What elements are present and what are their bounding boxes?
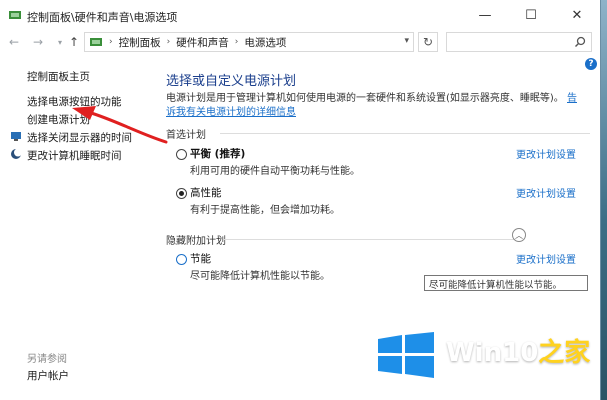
tooltip: 尽可能降低计算机性能以节能。 xyxy=(424,275,588,291)
control-panel-icon xyxy=(9,11,21,19)
plan-name-power-saver[interactable]: 节能 xyxy=(190,251,211,266)
up-arrow-icon[interactable]: ↑ xyxy=(66,33,82,51)
chevron-down-icon[interactable]: ▾ xyxy=(404,36,409,46)
plan-desc-high-performance: 有利于提高性能，但会增加功耗。 xyxy=(190,205,340,216)
change-plan-settings-power-saver[interactable]: 更改计划设置 xyxy=(516,251,576,266)
minimize-button[interactable]: — xyxy=(462,0,508,30)
search-icon xyxy=(575,36,586,47)
forward-arrow-icon[interactable]: → xyxy=(30,33,46,51)
address-bar[interactable]: › 控制面板 › 硬件和声音 › 电源选项 ▾ xyxy=(84,32,414,52)
chevron-right-icon[interactable]: › xyxy=(109,37,113,47)
maximize-button[interactable]: ☐ xyxy=(508,0,554,30)
watermark-brand: Win10之家 xyxy=(446,332,590,369)
search-input[interactable] xyxy=(446,32,592,52)
close-button[interactable]: ✕ xyxy=(554,0,600,30)
monitor-icon xyxy=(11,132,21,141)
watermark-brand-accent: 之家 xyxy=(538,338,591,368)
plan-desc-balanced: 利用可用的硬件自动平衡功耗与性能。 xyxy=(190,166,360,177)
watermark-url: www.win10xitong.com xyxy=(446,371,565,383)
section-divider xyxy=(220,133,590,134)
page-heading: 选择或自定义电源计划 xyxy=(166,74,297,89)
change-plan-settings-high-performance[interactable]: 更改计划设置 xyxy=(516,185,576,200)
radio-high-performance[interactable] xyxy=(176,188,187,199)
back-arrow-icon[interactable]: ← xyxy=(6,33,22,51)
plan-desc-power-saver: 尽可能降低计算机性能以节能。 xyxy=(190,271,330,282)
see-also-label: 另请参阅 xyxy=(27,354,67,365)
red-arrow-annotation-icon xyxy=(72,106,168,144)
plan-name-balanced[interactable]: 平衡 (推荐) xyxy=(190,146,245,161)
control-panel-home-link[interactable]: 控制面板主页 xyxy=(27,69,90,84)
window-title: 控制面板\硬件和声音\电源选项 xyxy=(27,11,178,24)
breadcrumb-hardware-sound[interactable]: 硬件和声音 xyxy=(176,35,229,50)
control-panel-icon xyxy=(90,38,102,46)
windows-logo-icon xyxy=(378,332,434,378)
radio-balanced[interactable] xyxy=(176,149,187,160)
change-plan-settings-balanced[interactable]: 更改计划设置 xyxy=(516,146,576,161)
collapse-chevron-up-icon[interactable]: ︿ xyxy=(512,228,526,242)
user-accounts-link[interactable]: 用户帐户 xyxy=(27,368,69,383)
radio-power-saver[interactable] xyxy=(176,254,187,265)
moon-icon xyxy=(11,148,22,159)
chevron-right-icon[interactable]: › xyxy=(235,37,239,47)
breadcrumb-control-panel[interactable]: 控制面板 xyxy=(119,35,161,50)
navigation-bar: ← → ▾ ↑ › 控制面板 › 硬件和声音 › 电源选项 ▾ ↻ xyxy=(0,30,600,54)
preferred-plans-label: 首选计划 xyxy=(166,130,206,141)
watermark: Win10之家 www.win10xitong.com xyxy=(376,326,604,396)
sleep-time-link[interactable]: 更改计算机睡眠时间 xyxy=(27,148,122,163)
hidden-plans-label: 隐藏附加计划 xyxy=(166,236,226,247)
watermark-brand-main: Win10 xyxy=(446,338,539,368)
chevron-right-icon[interactable]: › xyxy=(167,37,171,47)
section-divider xyxy=(224,239,514,240)
page-description: 电源计划是用于管理计算机如何使用电源的一套硬件和系统设置(如显示器亮度、睡眠等)… xyxy=(166,92,586,120)
title-bar[interactable]: 控制面板\硬件和声音\电源选项 — ☐ ✕ xyxy=(0,0,600,30)
breadcrumb-power-options[interactable]: 电源选项 xyxy=(244,35,286,50)
description-text: 电源计划是用于管理计算机如何使用电源的一套硬件和系统设置(如显示器亮度、睡眠等)… xyxy=(166,93,564,104)
refresh-button[interactable]: ↻ xyxy=(418,32,438,52)
plan-name-high-performance[interactable]: 高性能 xyxy=(190,185,222,200)
